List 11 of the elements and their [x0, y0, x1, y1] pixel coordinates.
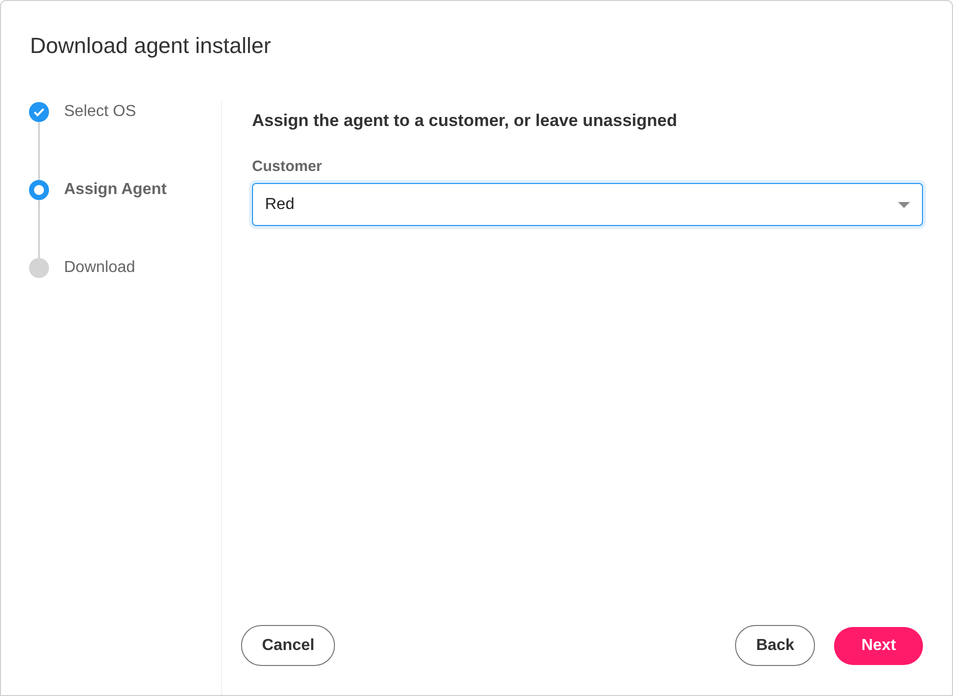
field-label: Customer — [252, 158, 324, 175]
caret-icon — [898, 202, 910, 208]
cancel-button[interactable]: Cancel — [241, 625, 336, 666]
step-label: Download — [64, 258, 136, 278]
dialog-title: Download agent installer — [29, 32, 272, 60]
customer-select[interactable]: Red — [252, 183, 923, 226]
step-label: Select OS — [64, 102, 136, 122]
section-heading: Assign the agent to a customer, or leave unassigned — [252, 111, 678, 131]
step-label: Assign Agent — [64, 180, 167, 200]
back-button[interactable]: Back — [735, 625, 816, 666]
next-button[interactable]: Next — [834, 626, 923, 664]
